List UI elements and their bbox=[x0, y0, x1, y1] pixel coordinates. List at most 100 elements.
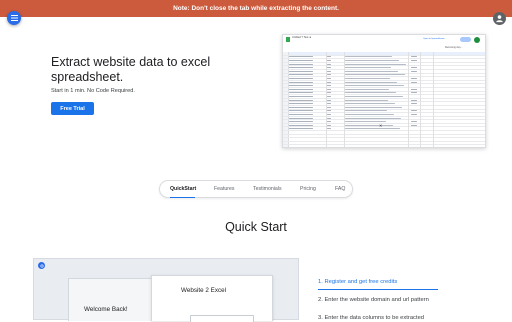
tab-features[interactable]: Features bbox=[214, 186, 234, 192]
sheet-cell bbox=[327, 64, 331, 65]
sheet-cell bbox=[411, 89, 417, 90]
sheet-cell bbox=[345, 92, 396, 93]
sheet-cell bbox=[289, 96, 313, 97]
sheet-cell bbox=[327, 56, 331, 57]
account-button[interactable] bbox=[493, 12, 506, 25]
sheets-doc-icon bbox=[286, 37, 290, 42]
section-tabs: QuickStart Features Testimonials Pricing… bbox=[159, 180, 353, 198]
sheet-cell bbox=[327, 100, 331, 101]
sheet-cell bbox=[327, 121, 331, 122]
sheet-cell bbox=[345, 82, 397, 83]
sheet-cell bbox=[411, 125, 417, 126]
sheet-cell bbox=[289, 114, 313, 115]
sheet-avatar bbox=[474, 37, 480, 43]
sheet-row-number bbox=[283, 142, 289, 145]
sheet-grid bbox=[283, 52, 485, 148]
active-tab-indicator bbox=[170, 197, 195, 198]
sheet-cell bbox=[345, 74, 405, 75]
sheet-cell bbox=[345, 100, 388, 101]
sheet-cell bbox=[289, 64, 313, 65]
sheet-cell bbox=[327, 128, 331, 129]
sheet-cell bbox=[327, 114, 331, 115]
sheet-cell bbox=[327, 78, 331, 79]
tab-testimonials[interactable]: Testimonials bbox=[253, 186, 282, 192]
sheet-cell bbox=[289, 103, 313, 104]
sheet-cell bbox=[289, 85, 313, 86]
sheet-cell bbox=[289, 67, 313, 68]
sheet-row-number bbox=[283, 74, 289, 77]
sheet-cell bbox=[345, 78, 390, 79]
sheet-cell bbox=[327, 107, 331, 108]
tab-pricing[interactable]: Pricing bbox=[300, 186, 316, 192]
sheet-cell bbox=[289, 82, 313, 83]
sheet-cell bbox=[345, 89, 389, 90]
sheet-cell bbox=[327, 89, 331, 90]
sheet-cell bbox=[327, 85, 331, 86]
app-title: Website 2 Excel bbox=[181, 287, 226, 294]
sheet-cell bbox=[411, 71, 417, 72]
sheet-cell bbox=[289, 92, 313, 93]
sheet-cell bbox=[289, 71, 313, 72]
sheet-cell bbox=[345, 67, 391, 68]
sheet-row-number bbox=[283, 145, 289, 148]
sheet-header-link: Open in Spreadsheets bbox=[423, 38, 445, 40]
sheet-cell bbox=[327, 118, 331, 119]
sheet-row-number bbox=[283, 99, 289, 102]
sheet-cell bbox=[289, 121, 313, 122]
sheet-cell bbox=[289, 60, 313, 61]
sheet-cell bbox=[289, 128, 313, 129]
sheet-doc-title: Untitled ? Test ★ bbox=[292, 36, 311, 39]
quickstart-preview: Welcome Back! Website 2 Excel bbox=[33, 258, 299, 320]
hero-subtitle: Start in 1 min. No Code Required. bbox=[51, 88, 135, 94]
sheet-cell bbox=[289, 100, 313, 101]
sheet-cell bbox=[345, 110, 387, 111]
sheet-cell bbox=[345, 128, 400, 129]
sheet-cell bbox=[411, 103, 417, 104]
sheet-cell bbox=[327, 125, 331, 126]
welcome-text: Welcome Back! bbox=[84, 306, 128, 313]
free-trial-button[interactable]: Free Trial bbox=[51, 102, 94, 115]
sheet-row-number bbox=[283, 52, 289, 55]
sheet-cell bbox=[411, 78, 417, 79]
menu-button[interactable] bbox=[7, 11, 21, 25]
mouse-cursor-icon: ✕ bbox=[379, 123, 382, 128]
sheet-cell bbox=[289, 74, 313, 75]
sheet-cell bbox=[345, 125, 393, 126]
sheet-cell bbox=[411, 67, 417, 68]
sheet-cell bbox=[411, 110, 417, 111]
sheet-cell bbox=[327, 103, 331, 104]
sheet-cell bbox=[345, 64, 406, 65]
sheet-row-number bbox=[283, 135, 289, 138]
sheet-cell bbox=[327, 67, 331, 68]
sheet-cell bbox=[345, 71, 398, 72]
sheet-cell bbox=[327, 74, 331, 75]
sheet-cell bbox=[327, 110, 331, 111]
sheet-cell bbox=[411, 92, 417, 93]
sheet-cell bbox=[327, 60, 331, 61]
sheet-cell bbox=[411, 100, 417, 101]
logo-mark-icon bbox=[40, 264, 44, 268]
sheet-cell bbox=[411, 114, 417, 115]
step-enter-columns[interactable]: 3. Enter the data columns to be extracte… bbox=[318, 315, 424, 321]
hero-title: Extract website data to excel spreadshee… bbox=[51, 55, 251, 85]
sheet-cell bbox=[289, 118, 313, 119]
sheet-cell bbox=[289, 78, 313, 79]
sheet-cell bbox=[327, 96, 331, 97]
sheet-cell bbox=[327, 71, 331, 72]
account-icon bbox=[495, 14, 504, 23]
sheet-cell bbox=[345, 118, 401, 119]
sheet-cell bbox=[345, 114, 394, 115]
sheet-cell bbox=[289, 89, 313, 90]
tab-quickstart[interactable]: QuickStart bbox=[170, 186, 196, 192]
hamburger-menu-icon bbox=[11, 15, 18, 21]
sheet-cell bbox=[345, 103, 395, 104]
active-step-indicator bbox=[318, 289, 438, 290]
tab-faq[interactable]: FAQ bbox=[335, 186, 345, 192]
sheet-share-button bbox=[460, 37, 471, 42]
step-register[interactable]: 1. Register and get free credits bbox=[318, 279, 397, 285]
sheet-row bbox=[283, 145, 485, 148]
sheet-cell bbox=[411, 60, 417, 61]
step-enter-domain[interactable]: 2. Enter the website domain and url patt… bbox=[318, 297, 429, 303]
sheet-cell bbox=[345, 60, 399, 61]
sheet-cell bbox=[345, 121, 386, 122]
